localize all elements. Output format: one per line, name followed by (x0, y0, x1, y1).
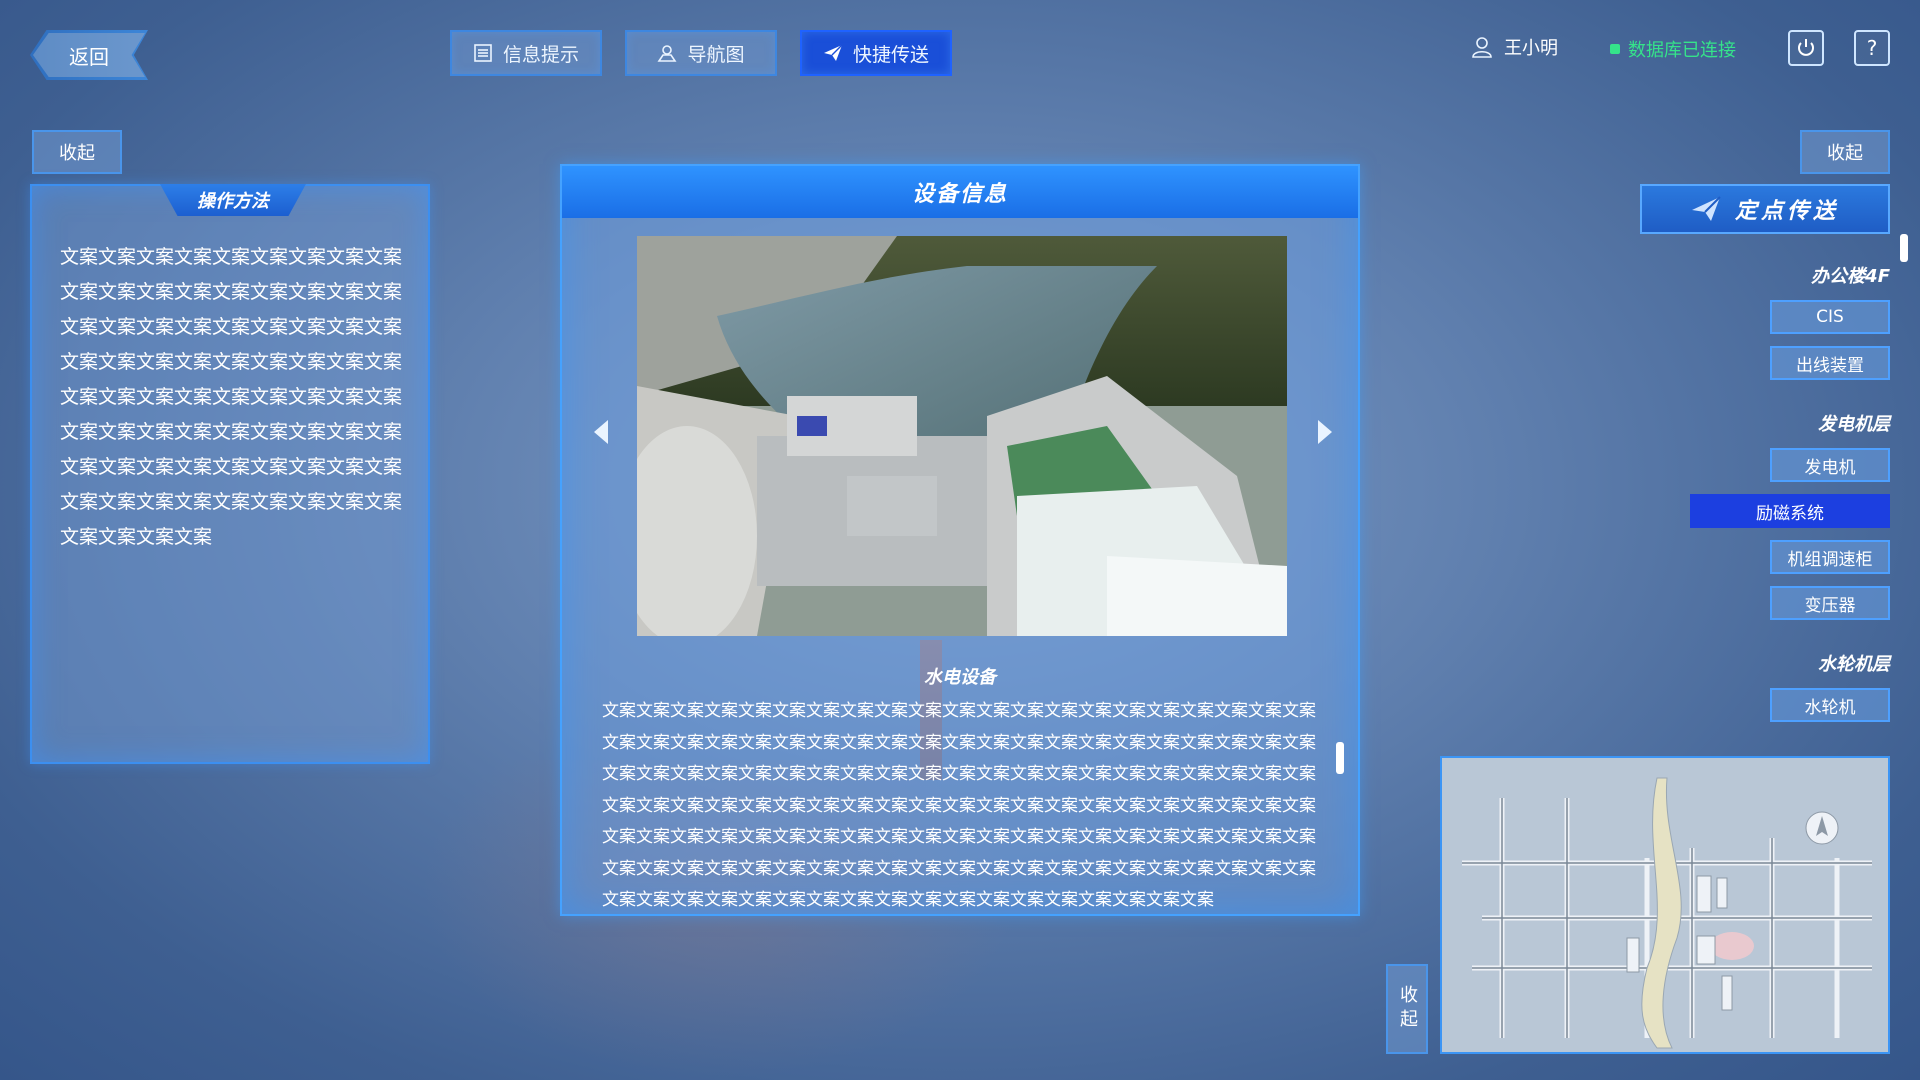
user-icon (1472, 37, 1492, 58)
device-button-label: 出线装置 (1796, 355, 1864, 376)
tab-info-prompt[interactable]: 信息提示 (450, 30, 602, 76)
fixed-point-send-button[interactable]: 定点传送 (1640, 184, 1890, 234)
user-info[interactable]: 王小明 (1470, 34, 1558, 60)
tab-label: 信息提示 (502, 43, 579, 66)
device-button-excitation-system[interactable]: 励磁系统 (1690, 494, 1890, 528)
tab-quick-transfer[interactable]: 快捷传送 (800, 30, 952, 76)
device-description: 文案文案文案文案文案文案文案文案文案文案文案文案文案文案文案文案文案文案文案文案… (602, 701, 1316, 910)
device-button-label: 水轮机 (1804, 697, 1856, 718)
status-dot-icon (1610, 44, 1620, 54)
tab-navigation-map[interactable]: 导航图 (625, 30, 777, 76)
prev-arrow-icon[interactable] (594, 420, 608, 444)
operation-panel-title: 操作方法 (160, 184, 306, 216)
device-info-modal: 设备信息 水电设备 文案文案文案文案文案文案文案文案文案文案文案文案文案文案文案… (560, 164, 1360, 916)
list-icon (474, 44, 492, 62)
map-pin-icon (657, 45, 677, 62)
left-collapse-button[interactable]: 收起 (32, 130, 122, 174)
mini-map[interactable] (1440, 756, 1890, 1054)
device-button-transformer[interactable]: 变压器 (1770, 586, 1890, 620)
modal-title: 设备信息 (562, 166, 1358, 218)
operation-panel: 操作方法 文案文案文案文案文案文案文案文案文案文案文案文案文案文案文案文案文案文… (30, 184, 430, 764)
modal-scrollbar[interactable] (1336, 742, 1344, 774)
device-button-governor-cabinet[interactable]: 机组调速柜 (1770, 540, 1890, 574)
device-button-label: 发电机 (1804, 457, 1856, 478)
device-button-generator[interactable]: 发电机 (1770, 448, 1890, 482)
group-title-office-4f: 办公楼4F (1811, 266, 1890, 287)
user-name: 王小明 (1504, 38, 1558, 59)
power-icon (1798, 39, 1814, 56)
power-button[interactable] (1788, 30, 1824, 66)
map-collapse-button[interactable]: 收起 (1386, 964, 1428, 1054)
device-button-label: CIS (1816, 307, 1844, 327)
right-collapse-button[interactable]: 收起 (1800, 130, 1890, 174)
help-button[interactable]: ? (1854, 30, 1890, 66)
collapse-label: 收起 (1397, 985, 1418, 1033)
fixed-point-send-label: 定点传送 (1734, 199, 1839, 224)
device-button-label: 机组调速柜 (1787, 549, 1873, 570)
help-icon: ? (1866, 36, 1878, 60)
db-status-text: 数据库已连接 (1628, 40, 1736, 61)
db-status: 数据库已连接 (1610, 36, 1736, 62)
collapse-label: 收起 (1827, 143, 1863, 164)
paper-plane-icon (1691, 196, 1721, 221)
back-button-label: 返回 (69, 44, 109, 69)
tab-label: 导航图 (687, 43, 745, 66)
device-button-outlet-device[interactable]: 出线装置 (1770, 346, 1890, 380)
tab-label: 快捷传送 (852, 43, 929, 66)
collapse-label: 收起 (59, 143, 95, 164)
group-title-turbine-floor: 水轮机层 (1818, 654, 1890, 675)
device-button-turbine[interactable]: 水轮机 (1770, 688, 1890, 722)
operation-panel-text: 文案文案文案文案文案文案文案文案文案文案文案文案文案文案文案文案文案文案文案文案… (60, 246, 403, 548)
group-title-generator-floor: 发电机层 (1818, 414, 1890, 435)
back-button[interactable]: 返回 (30, 30, 148, 80)
device-caption: 水电设备 (924, 667, 996, 688)
device-button-cis[interactable]: CIS (1770, 300, 1890, 334)
right-scrollbar[interactable] (1900, 234, 1908, 262)
next-arrow-icon[interactable] (1318, 420, 1332, 444)
paper-plane-icon (823, 44, 843, 61)
device-button-label: 励磁系统 (1756, 503, 1824, 524)
device-button-label: 变压器 (1804, 595, 1856, 616)
device-photo (637, 236, 1287, 636)
